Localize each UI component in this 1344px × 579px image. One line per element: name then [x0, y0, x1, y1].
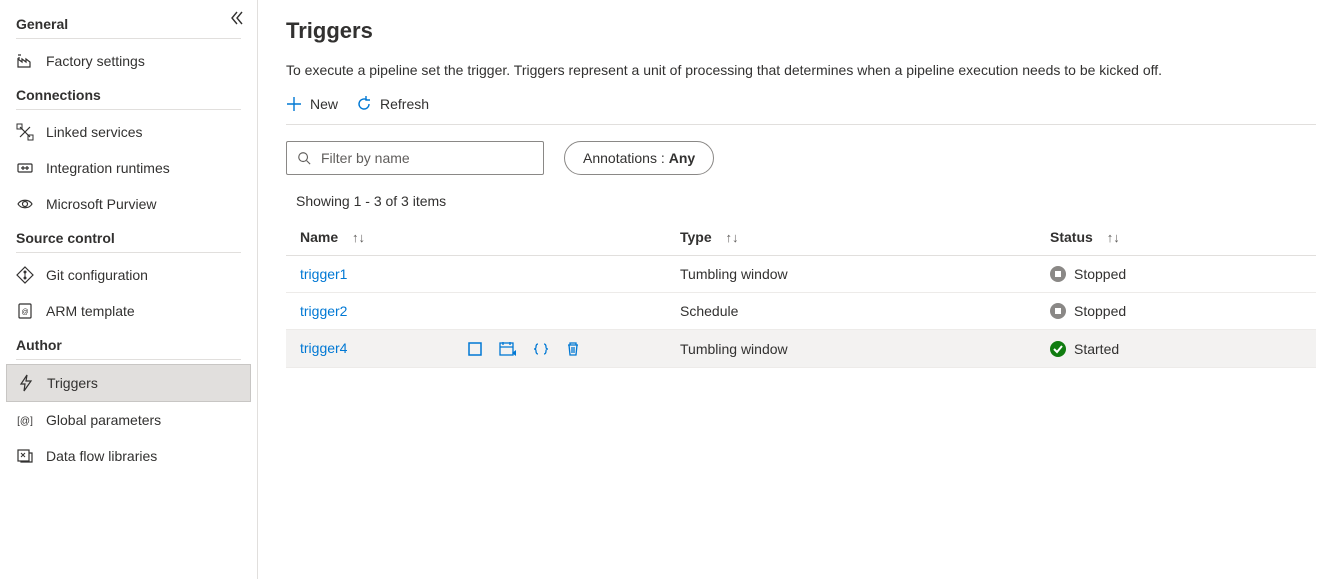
status-text: Stopped [1074, 266, 1126, 282]
svg-text:[@]: [@] [17, 416, 33, 427]
page-title: Triggers [286, 18, 1316, 44]
sort-icon: ↑↓ [726, 230, 739, 245]
trigger-name-link[interactable]: trigger1 [300, 266, 347, 282]
sidebar-item-integration-runtimes[interactable]: Integration runtimes [0, 150, 257, 186]
divider [16, 38, 241, 39]
sidebar-section-title: General [0, 8, 257, 38]
sidebar-item-label: Data flow libraries [46, 448, 157, 464]
sidebar-item-label: Linked services [46, 124, 143, 140]
sidebar-section-title: Connections [0, 79, 257, 109]
new-button[interactable]: New [286, 96, 338, 112]
sidebar-item-microsoft-purview[interactable]: Microsoft Purview [0, 186, 257, 222]
trigger-name-link[interactable]: trigger2 [300, 303, 347, 319]
type-cell: Tumbling window [666, 256, 1036, 293]
table-row[interactable]: trigger2 Schedule Stopped [286, 293, 1316, 330]
triggers-table: Name ↑↓ Type ↑↓ Status ↑↓ trigger1 Tumbli… [286, 219, 1316, 368]
main-content: Triggers To execute a pipeline set the t… [258, 0, 1344, 579]
sidebar-item-label: Triggers [47, 375, 98, 391]
annotations-value: Any [669, 150, 695, 166]
filter-by-name-input[interactable] [319, 149, 533, 167]
sidebar-item-factory-settings[interactable]: Factory settings [0, 43, 257, 79]
trigger-icon [17, 374, 35, 392]
status-stopped-icon [1050, 266, 1066, 282]
sidebar-item-git-configuration[interactable]: Git configuration [0, 257, 257, 293]
sidebar-item-label: Microsoft Purview [46, 196, 156, 212]
refresh-button[interactable]: Refresh [356, 96, 429, 112]
showing-count: Showing 1 - 3 of 3 items [296, 193, 1316, 209]
sidebar-section-title: Source control [0, 222, 257, 252]
arm-template-icon: @ [16, 302, 34, 320]
purview-icon [16, 195, 34, 213]
sort-icon: ↑↓ [1107, 230, 1120, 245]
trigger-name-link[interactable]: trigger4 [300, 340, 347, 356]
refresh-button-label: Refresh [380, 96, 429, 112]
table-row[interactable]: trigger4 Tumbling window Started [286, 330, 1316, 368]
search-icon [297, 151, 311, 165]
sidebar-item-label: Global parameters [46, 412, 161, 428]
status-started-icon [1050, 341, 1066, 357]
sidebar-section-title: Author [0, 329, 257, 359]
col-type[interactable]: Type ↑↓ [666, 219, 1036, 256]
sidebar-item-label: Factory settings [46, 53, 145, 69]
type-cell: Schedule [666, 293, 1036, 330]
sidebar-item-label: Integration runtimes [46, 160, 170, 176]
page-description: To execute a pipeline set the trigger. T… [286, 62, 1316, 78]
table-row[interactable]: trigger1 Tumbling window Stopped [286, 256, 1316, 293]
sidebar-item-label: Git configuration [46, 267, 148, 283]
code-action-icon[interactable] [533, 341, 549, 357]
svg-text:@: @ [21, 309, 28, 316]
status-text: Started [1074, 341, 1119, 357]
divider [16, 252, 241, 253]
filter-by-name-input-wrapper[interactable] [286, 141, 544, 175]
annotations-label: Annotations : [583, 150, 665, 166]
type-cell: Tumbling window [666, 330, 1036, 368]
dataflow-lib-icon [16, 447, 34, 465]
schedule-action-icon[interactable] [499, 341, 517, 357]
divider [16, 109, 241, 110]
plus-icon [286, 96, 302, 112]
integration-runtimes-icon [16, 159, 34, 177]
stop-action-icon[interactable] [467, 341, 483, 357]
toolbar: New Refresh [286, 96, 1316, 125]
linked-services-icon [16, 123, 34, 141]
sidebar: General Factory settings Connections Linked… [0, 0, 258, 579]
sidebar-item-arm-template[interactable]: @ ARM template [0, 293, 257, 329]
refresh-icon [356, 96, 372, 112]
sidebar-item-data-flow-libraries[interactable]: Data flow libraries [0, 438, 257, 474]
col-name[interactable]: Name ↑↓ [286, 219, 666, 256]
delete-action-icon[interactable] [565, 341, 581, 357]
status-text: Stopped [1074, 303, 1126, 319]
divider [16, 359, 241, 360]
col-status[interactable]: Status ↑↓ [1036, 219, 1316, 256]
chevron-double-left-icon [229, 10, 245, 26]
collapse-sidebar-button[interactable] [229, 10, 245, 26]
sidebar-item-label: ARM template [46, 303, 135, 319]
status-stopped-icon [1050, 303, 1066, 319]
filter-row: Annotations : Any [286, 141, 1316, 175]
git-icon [16, 266, 34, 284]
sidebar-item-triggers[interactable]: Triggers [6, 364, 251, 402]
sidebar-item-global-parameters[interactable]: [@] Global parameters [0, 402, 257, 438]
sort-icon: ↑↓ [352, 230, 365, 245]
sidebar-item-linked-services[interactable]: Linked services [0, 114, 257, 150]
global-params-icon: [@] [16, 411, 34, 429]
new-button-label: New [310, 96, 338, 112]
factory-settings-icon [16, 52, 34, 70]
annotations-filter[interactable]: Annotations : Any [564, 141, 714, 175]
